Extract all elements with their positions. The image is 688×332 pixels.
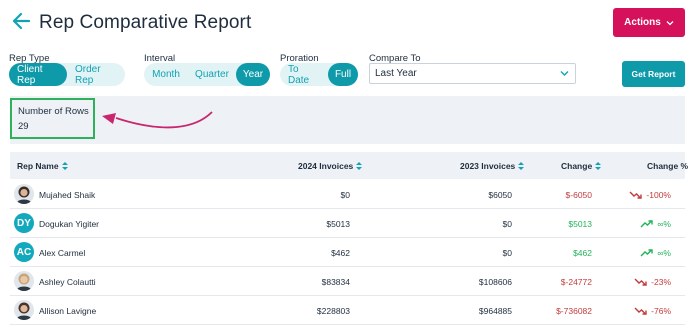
trend-down-icon: [634, 307, 647, 315]
sort-icon: [595, 162, 602, 170]
column-change-pct[interactable]: Change %: [647, 161, 688, 171]
rep-name: Alex Carmel: [39, 248, 86, 258]
column-change-label: Change: [561, 161, 593, 171]
back-arrow-icon[interactable]: [10, 10, 32, 32]
column-2024-invoices[interactable]: 2024 Invoices: [298, 161, 363, 171]
interval-toggle: Month Quarter Year: [144, 63, 270, 86]
avatar: [14, 300, 34, 320]
column-rep-name[interactable]: Rep Name: [17, 161, 68, 171]
rep-name: Mujahed Shaik: [39, 190, 96, 200]
rep-type-client-rep[interactable]: Client Rep: [9, 63, 67, 86]
invoices-2023: $6050: [488, 190, 512, 200]
invoices-2023: $108606: [478, 277, 512, 287]
interval-quarter[interactable]: Quarter: [188, 63, 236, 86]
avatar: [14, 184, 34, 204]
table-row[interactable]: Mujahed Shaik $0 $6050 $-6050 -100%: [10, 180, 685, 209]
change-percent: ∞%: [640, 248, 671, 258]
avatar-initials: AC: [14, 242, 34, 262]
change-percent-value: -76%: [651, 306, 671, 316]
table-row[interactable]: Allison Lavigne $228803 $964885 $-736082 -76…: [10, 296, 685, 325]
chevron-down-icon: [666, 20, 674, 25]
proration-toggle: To Date Full: [280, 63, 358, 86]
change-value: $-24772: [560, 277, 592, 287]
column-2023-invoices-label: 2023 Invoices: [460, 161, 516, 171]
table-row[interactable]: DY Dogukan Yigiter $5013 $0 $5013 ∞%: [10, 209, 685, 238]
column-2023-invoices[interactable]: 2023 Invoices: [460, 161, 525, 171]
chevron-down-icon: [560, 71, 569, 76]
invoices-2023: $0: [502, 219, 512, 229]
table-row[interactable]: AC Alex Carmel $462 $0 $462 ∞%: [10, 238, 685, 267]
column-rep-name-label: Rep Name: [17, 161, 59, 171]
invoices-2024: $83834: [321, 277, 350, 287]
compare-to-value: Last Year: [375, 68, 417, 79]
change-percent: ∞%: [640, 219, 671, 229]
change-value: $5013: [568, 219, 592, 229]
change-value: $-6050: [565, 190, 592, 200]
change-percent-value: ∞%: [657, 219, 671, 229]
trend-down-icon: [629, 191, 643, 199]
rep-name: Dogukan Yigiter: [39, 219, 100, 229]
table-header: Rep Name 2024 Invoices 2023 Invoices Cha…: [10, 152, 688, 179]
proration-to-date[interactable]: To Date: [280, 63, 328, 86]
trend-down-icon: [634, 278, 647, 286]
change-percent-value: -100%: [646, 190, 671, 200]
change-percent: -100%: [629, 190, 671, 200]
sort-icon: [61, 162, 68, 170]
actions-button[interactable]: Actions: [613, 8, 685, 37]
invoices-2023: $0: [502, 248, 512, 258]
proration-full[interactable]: Full: [328, 63, 358, 86]
column-change-pct-label: Change %: [647, 161, 688, 171]
number-of-rows-box: Number of Rows 29: [10, 98, 95, 139]
avatar: [14, 271, 34, 291]
rep-name: Ashley Colautti: [39, 277, 96, 287]
invoices-2024: $5013: [326, 219, 350, 229]
sort-icon: [518, 162, 525, 170]
trend-up-icon: [640, 249, 654, 257]
change-percent: -76%: [634, 306, 671, 316]
trend-up-icon: [640, 220, 654, 228]
column-change[interactable]: Change: [561, 161, 602, 171]
change-value: $462: [573, 248, 592, 258]
annotation-arrow-icon: [102, 111, 213, 129]
compare-to-select[interactable]: Last Year: [369, 63, 576, 84]
sort-icon: [356, 162, 363, 170]
interval-year[interactable]: Year: [236, 63, 270, 86]
avatar-initials: DY: [14, 213, 34, 233]
change-percent: -23%: [634, 277, 671, 287]
page-title: Rep Comparative Report: [39, 12, 252, 33]
invoices-2024: $462: [331, 248, 350, 258]
get-report-button[interactable]: Get Report: [622, 61, 685, 87]
interval-month[interactable]: Month: [144, 63, 188, 86]
change-value: $-736082: [556, 306, 592, 316]
number-of-rows-value: 29: [18, 121, 29, 132]
column-2024-invoices-label: 2024 Invoices: [298, 161, 354, 171]
invoices-2023: $964885: [478, 306, 512, 316]
number-of-rows-label: Number of Rows: [18, 106, 89, 117]
rep-type-toggle: Client Rep Order Rep: [9, 63, 125, 86]
invoices-2024: $228803: [316, 306, 350, 316]
invoices-2024: $0: [340, 190, 350, 200]
rep-name: Allison Lavigne: [39, 306, 97, 316]
rep-type-order-rep[interactable]: Order Rep: [67, 63, 125, 86]
table-row[interactable]: Ashley Colautti $83834 $108606 $-24772 -23%: [10, 267, 685, 296]
change-percent-value: -23%: [651, 277, 671, 287]
change-percent-value: ∞%: [657, 248, 671, 258]
actions-label: Actions: [624, 17, 661, 28]
